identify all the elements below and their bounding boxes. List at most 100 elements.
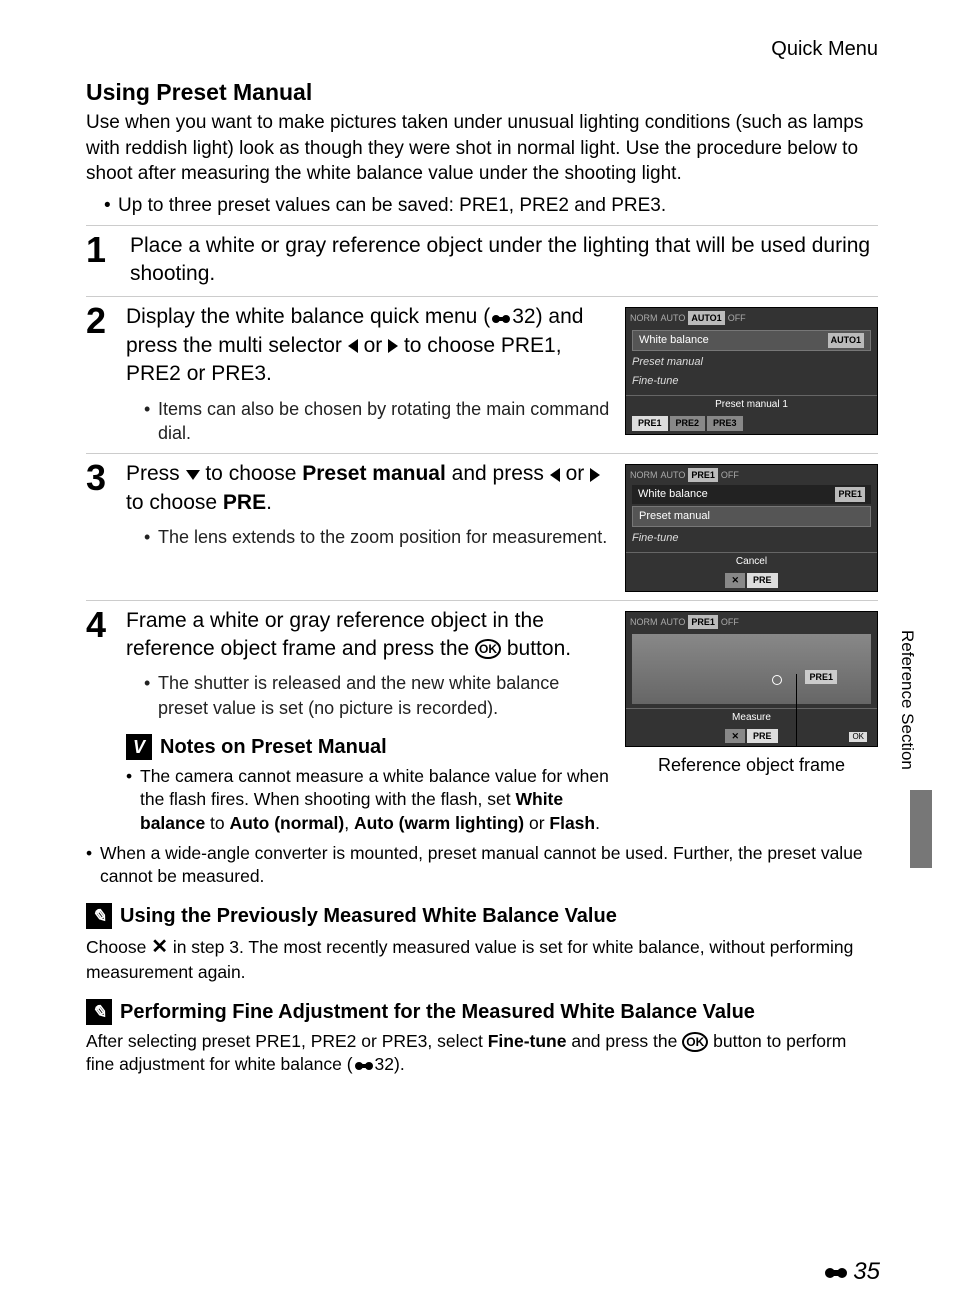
step-1: 1 Place a white or gray reference object…: [86, 225, 878, 291]
menu-line: Fine-tune: [626, 372, 877, 391]
screenshot-c: NORM AUTO PRE1 OFF PRE1 Measure ✕ PRE OK: [625, 611, 878, 748]
t: to choose: [126, 491, 223, 514]
chip: PRE2: [670, 416, 706, 430]
t: to: [205, 813, 229, 833]
bold: PRE: [223, 491, 266, 514]
chip: ✕: [725, 729, 745, 743]
right-arrow-icon: [590, 468, 600, 482]
step-2: 2 Display the white balance quick menu (…: [86, 296, 878, 447]
menu-line: Preset manual: [626, 353, 877, 372]
t: ,: [344, 813, 354, 833]
strip: NORM: [630, 616, 658, 628]
bold: Preset manual: [302, 462, 446, 485]
t: or: [358, 334, 388, 357]
note-3-title: Performing Fine Adjustment for the Measu…: [120, 999, 755, 1026]
t: Press: [126, 462, 186, 485]
pencil-icon: ✎: [86, 999, 112, 1025]
strip: OFF: [728, 312, 746, 324]
step-1-text: Place a white or gray reference object u…: [130, 232, 878, 289]
menu-row-label: White balance: [639, 333, 709, 348]
ok-button-icon: OK: [682, 1032, 708, 1052]
intro-bullet-1: Up to three preset values can be saved: …: [104, 193, 878, 219]
strip: NORM: [630, 312, 658, 324]
chip: PRE: [747, 573, 778, 587]
t: .: [595, 813, 600, 833]
step-2-sub: Items can also be chosen by rotating the…: [144, 397, 613, 446]
menu-line: White balance: [638, 487, 708, 502]
t: to choose: [200, 462, 303, 485]
page-number: 35: [823, 1256, 880, 1288]
left-arrow-icon: [348, 339, 358, 353]
step-number: 2: [86, 303, 114, 445]
screenshot-a: NORM AUTO AUTO1 OFF White balanceAUTO1 P…: [625, 307, 878, 434]
note-1-bullet-2: When a wide-angle converter is mounted, …: [86, 842, 878, 889]
t: .: [266, 491, 272, 514]
note-3-body: After selecting preset PRE1, PRE2 or PRE…: [86, 1030, 878, 1078]
bold: Auto (normal): [230, 813, 345, 833]
menu-row-value: PRE1: [835, 487, 865, 502]
down-arrow-icon: [186, 470, 200, 480]
ref-number: 32: [375, 1054, 394, 1074]
step-4-text: Frame a white or gray reference object i…: [126, 607, 613, 664]
pre-badge: PRE1: [805, 670, 837, 684]
step-4: 4 Frame a white or gray reference object…: [86, 600, 878, 840]
screenshot-b: NORM AUTO PRE1 OFF White balance PRE1 Pre…: [625, 464, 878, 591]
t: ).: [394, 1054, 405, 1074]
pencil-icon: ✎: [86, 903, 112, 929]
strip-active: PRE1: [688, 615, 718, 629]
side-section-label: Reference Section: [895, 630, 918, 770]
left-arrow-icon: [550, 468, 560, 482]
menu-line: Fine-tune: [626, 529, 877, 548]
step-number: 3: [86, 460, 114, 591]
t: or: [560, 462, 590, 485]
t: button.: [501, 637, 571, 660]
x-icon: ✕: [151, 936, 168, 958]
bold: Flash: [549, 813, 595, 833]
step-3-sub: The lens extends to the zoom position fo…: [144, 525, 613, 549]
strip-active: AUTO1: [688, 311, 724, 325]
step-3: 3 Press to choose Preset manual and pres…: [86, 453, 878, 593]
intro-paragraph: Use when you want to make pictures taken…: [86, 110, 878, 187]
menu-row-label: Preset manual: [639, 509, 710, 524]
intro-bullets: Up to three preset values can be saved: …: [86, 193, 878, 219]
crossref-icon: [353, 1054, 375, 1078]
step-4-sub: The shutter is released and the new whit…: [144, 671, 613, 720]
note-2-body: Choose ✕ in step 3. The most recently me…: [86, 934, 878, 985]
chip: ✕: [725, 573, 745, 587]
ok-button-icon: OK: [475, 639, 501, 659]
strip: AUTO: [661, 616, 686, 628]
chip: PRE: [747, 729, 778, 743]
crossref-icon: [823, 1256, 849, 1288]
crossref-icon: [490, 304, 512, 332]
right-arrow-icon: [388, 339, 398, 353]
menu-row-value: AUTO1: [828, 333, 864, 348]
t: Display the white balance quick menu (: [126, 305, 490, 328]
step-3-text: Press to choose Preset manual and press …: [126, 460, 613, 517]
step-number: 4: [86, 607, 114, 838]
ok-chip: OK: [849, 732, 867, 743]
t: and press the: [566, 1031, 682, 1051]
t: or: [524, 813, 549, 833]
note-2-title: Using the Previously Measured White Bala…: [120, 903, 617, 930]
t: After selecting preset PRE1, PRE2 or PRE…: [86, 1031, 488, 1051]
page-num-value: 35: [853, 1256, 880, 1288]
screenshot-c-caption: Reference object frame: [625, 753, 878, 777]
chip: PRE3: [707, 416, 743, 430]
bold: Fine-tune: [488, 1031, 567, 1051]
screen-footer: Measure: [626, 708, 877, 727]
strip: NORM: [630, 469, 658, 481]
strip: AUTO: [661, 469, 686, 481]
strip: OFF: [721, 469, 739, 481]
note-1-bullet-1: The camera cannot measure a white balanc…: [126, 765, 613, 836]
page-title: Using Preset Manual: [86, 77, 878, 108]
warning-icon: V: [126, 734, 152, 760]
leader-line: [796, 674, 797, 746]
t: and press: [446, 462, 550, 485]
section-header: Quick Menu: [86, 36, 878, 63]
chip: PRE1: [632, 416, 668, 430]
strip: OFF: [721, 616, 739, 628]
step-number: 1: [86, 232, 114, 289]
strip-active: PRE1: [688, 468, 718, 482]
thumb-tab: [910, 790, 932, 868]
note-1-title: Notes on Preset Manual: [160, 734, 387, 761]
